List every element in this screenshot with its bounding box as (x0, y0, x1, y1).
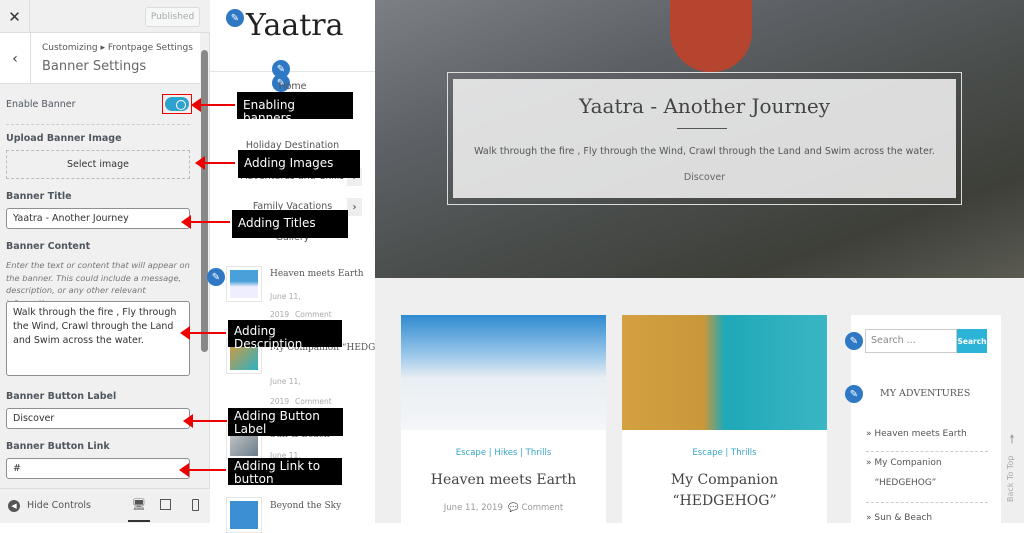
published-button[interactable]: Published (145, 7, 200, 27)
button-link-input[interactable]: # (6, 458, 190, 479)
widget-item[interactable]: » My Companion “HEDGEHOG” (866, 453, 988, 493)
divider (866, 451, 988, 452)
breadcrumb: Customizing ▸ Frontpage Settings (42, 43, 193, 53)
annotation-arrow (180, 326, 226, 340)
category-link[interactable]: Escape (692, 448, 722, 458)
annotation-arrow (195, 156, 235, 170)
category-link[interactable]: Thrills (526, 448, 552, 458)
category-link[interactable]: Thrills (731, 448, 757, 458)
annotation-arrow (183, 414, 227, 428)
banner-divider (677, 128, 727, 129)
tablet-preview-icon[interactable] (160, 499, 171, 510)
enable-banner-toggle[interactable] (162, 94, 192, 114)
category-link[interactable]: Escape (456, 448, 486, 458)
post-image[interactable] (622, 315, 827, 430)
annotation-label: Enabling banners (237, 92, 353, 125)
widget-item[interactable]: » Heaven meets Earth (866, 424, 988, 444)
divider (866, 502, 988, 503)
annotation-arrow (191, 98, 235, 112)
annotation-label: Adding Titles (232, 210, 348, 238)
category-link[interactable]: Hikes (494, 448, 517, 458)
post-meta: June 11, 2019 💬 Comment (443, 503, 564, 513)
annotation-arrow (181, 215, 230, 229)
customizer-footer: ◀ Hide Controls 🖥 (0, 488, 210, 523)
banner-content-textarea[interactable]: Walk through the fire , Fly through the … (6, 301, 190, 376)
post-categories: Escape | Thrills (692, 448, 757, 458)
post-thumbnail[interactable] (226, 266, 262, 302)
post-image[interactable] (401, 315, 606, 430)
banner-title-label: Banner Title (6, 191, 72, 202)
annotation-label: Adding Button Label (228, 408, 343, 436)
edit-shortcut-icon[interactable]: ✎ (226, 9, 244, 27)
enable-banner-label: Enable Banner (6, 99, 76, 110)
hide-controls-button[interactable]: Hide Controls (27, 500, 91, 511)
arrow-up-icon: 🠕 (1009, 432, 1015, 446)
post-card[interactable] (401, 315, 606, 530)
section-title: Banner Settings (42, 59, 147, 74)
back-to-top-button[interactable]: 🠕 Back To Top (1000, 430, 1024, 505)
post-date: June 11, 2019 (443, 503, 503, 513)
close-icon: ✕ (8, 7, 21, 26)
search-input[interactable]: Search ... (865, 329, 957, 353)
divider (210, 71, 375, 72)
annotation-label: Adding Link to button (228, 458, 342, 486)
annotation-arrow (179, 463, 226, 477)
post-categories: Escape | Hikes | Thrills (455, 448, 552, 458)
search-button[interactable]: Search (957, 329, 987, 353)
post-date: June 11, (270, 377, 301, 386)
button-label-label: Banner Button Label (6, 391, 117, 402)
desktop-preview-icon[interactable]: 🖥 (128, 498, 150, 522)
banner-title-input[interactable]: Yaatra - Another Journey (6, 208, 190, 229)
button-label-input[interactable]: Discover (6, 408, 190, 429)
annotation-label: Adding Images (238, 150, 360, 178)
chevron-right-icon[interactable]: › (347, 198, 362, 216)
post-date: June 11, (270, 292, 301, 301)
divider (6, 124, 190, 125)
banner-content-label: Banner Content (6, 241, 91, 252)
close-button[interactable]: ✕ (0, 0, 30, 33)
chevron-left-icon: ‹ (12, 50, 18, 67)
comment-link[interactable]: Comment (295, 310, 332, 319)
recent-post-title[interactable]: Beyond the Sky (270, 501, 341, 511)
upload-banner-label: Upload Banner Image (6, 133, 122, 144)
banner-title: Yaatra - Another Journey (578, 94, 831, 118)
mobile-preview-icon[interactable] (192, 499, 199, 511)
widget-title: MY ADVENTURES (880, 388, 971, 399)
widget-item[interactable]: » Sun & Beach (866, 508, 988, 528)
site-title[interactable]: Yaatra (246, 8, 344, 43)
button-link-label: Banner Button Link (6, 441, 110, 452)
banner-discover-button[interactable]: Discover (447, 172, 962, 183)
post-thumbnail[interactable] (226, 497, 262, 533)
edit-shortcut-icon[interactable]: ✎ (845, 385, 863, 403)
annotation-label: Adding Description (228, 320, 342, 351)
scrollbar-thumb[interactable] (201, 50, 208, 352)
post-year: 2019 (270, 397, 290, 406)
recent-post-title[interactable]: Heaven meets Earth (270, 269, 364, 279)
back-button[interactable]: ‹ (0, 33, 31, 84)
post-title[interactable]: Heaven meets Earth (401, 470, 606, 491)
edit-shortcut-icon[interactable]: ✎ (845, 332, 863, 350)
back-to-top-label: Back To Top (1006, 455, 1015, 502)
hide-controls-icon[interactable]: ◀ (8, 500, 20, 512)
comment-link[interactable]: Comment (295, 397, 332, 406)
post-title[interactable]: My Companion “HEDGEHOG” (622, 470, 827, 512)
comment-link[interactable]: Comment (522, 503, 564, 513)
select-image-button[interactable]: Select image (6, 150, 190, 179)
menu-item-home[interactable]: Home (215, 81, 370, 92)
post-year: 2019 (270, 310, 290, 319)
banner-description: Walk through the fire , Fly through the … (474, 146, 935, 157)
edit-shortcut-icon[interactable]: ✎ (207, 268, 225, 286)
